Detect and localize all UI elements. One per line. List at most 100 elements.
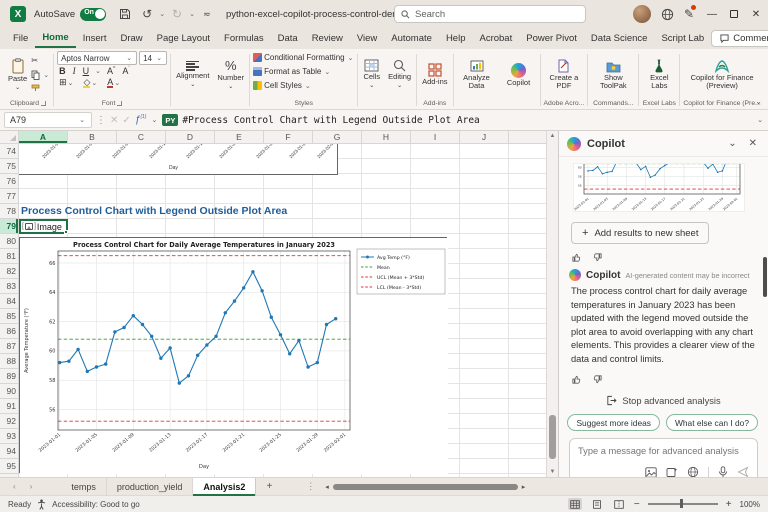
ribbon-tab-home[interactable]: Home — [35, 29, 75, 48]
search-input[interactable]: Search — [394, 5, 586, 23]
quick-access-icon[interactable]: ≂ — [198, 5, 216, 23]
thumbs-down-icon[interactable] — [592, 252, 603, 263]
row-header-92[interactable]: 92 — [0, 414, 18, 429]
row-header-84[interactable]: 84 — [0, 294, 18, 309]
add-image-icon[interactable] — [645, 467, 657, 478]
show-toolpak-button[interactable]: Show ToolPak — [591, 59, 635, 91]
dialog-launcher-icon[interactable] — [117, 101, 122, 106]
horizontal-scrollbar[interactable]: ◂ ▸ — [325, 483, 525, 491]
fill-color-button[interactable]: ◇⌄ — [81, 77, 100, 88]
zoom-slider-knob[interactable] — [680, 499, 684, 508]
dialog-launcher-icon[interactable] — [41, 101, 46, 106]
conditional-formatting-button[interactable]: Conditional Formatting⌄ — [253, 51, 354, 64]
function-chevron-icon[interactable]: ⌄ — [151, 116, 157, 124]
selected-cell-a79[interactable]: [] Image — [19, 219, 68, 234]
cell-styles-button[interactable]: Cell Styles⌄ — [253, 79, 312, 92]
stop-advanced-analysis-link[interactable]: Stop advanced analysis — [569, 395, 758, 406]
row-header-93[interactable]: 93 — [0, 429, 18, 444]
ribbon-tab-file[interactable]: File — [6, 30, 35, 47]
section-heading[interactable]: Process Control Chart with Legend Outsid… — [21, 204, 287, 219]
row-header-79[interactable]: 79 — [0, 219, 18, 234]
bold-button[interactable]: B — [57, 66, 68, 76]
ribbon-tab-help[interactable]: Help — [439, 30, 473, 47]
ribbon-tab-review[interactable]: Review — [305, 30, 350, 47]
zoom-level[interactable]: 100% — [740, 500, 760, 509]
column-header-G[interactable]: G — [313, 131, 362, 143]
suggestion-pill[interactable]: What else can I do? — [666, 414, 758, 431]
column-header-A[interactable]: A — [19, 131, 68, 143]
page-layout-view-button[interactable] — [590, 498, 604, 510]
copilot-button[interactable]: Copilot — [501, 62, 537, 88]
row-header-89[interactable]: 89 — [0, 369, 18, 384]
web-globe-icon[interactable] — [687, 466, 699, 477]
row-header-88[interactable]: 88 — [0, 354, 18, 369]
excel-app-icon[interactable]: X — [10, 6, 26, 22]
row-header-78[interactable]: 78 — [0, 204, 18, 219]
page-break-view-button[interactable] — [612, 498, 626, 510]
undo-chevron-icon[interactable]: ⌄ — [159, 10, 165, 18]
scroll-right-icon[interactable]: ▸ — [522, 483, 526, 491]
document-title[interactable]: python-excel-copilot-process-control-dem… — [226, 9, 408, 20]
sheet-tab-analysis2[interactable]: Analysis2 — [193, 478, 256, 496]
zoom-slider[interactable] — [648, 503, 718, 505]
number-button[interactable]: % Number⌄ — [215, 57, 246, 92]
process-control-chart[interactable]: 5658606264662023-01-012023-01-052023-01-… — [19, 237, 447, 473]
font-name-select[interactable]: Aptos Narrow⌄ — [57, 51, 137, 65]
ribbon-tab-view[interactable]: View — [350, 30, 384, 47]
ribbon-tab-power-pivot[interactable]: Power Pivot — [519, 30, 584, 47]
row-header-85[interactable]: 85 — [0, 309, 18, 324]
insert-function-icon[interactable]: ƒ{1} — [135, 114, 147, 125]
sheet-options-icon[interactable]: ⋮ — [306, 481, 315, 492]
zoom-in-button[interactable]: + — [726, 499, 732, 510]
scroll-down-icon[interactable]: ▼ — [547, 469, 558, 475]
ribbon-tab-script-lab[interactable]: Script Lab — [654, 30, 711, 47]
user-avatar[interactable] — [633, 5, 651, 23]
cells-area[interactable]: 2023-01-012023-01-052023-01-092023-01-13… — [19, 144, 546, 477]
next-sheet-icon[interactable]: › — [23, 482, 40, 491]
zoom-out-button[interactable]: − — [634, 499, 640, 510]
scroll-up-icon[interactable]: ▲ — [547, 133, 558, 139]
suggestion-pill[interactable]: Suggest more ideas — [567, 414, 660, 431]
row-header-77[interactable]: 77 — [0, 189, 18, 204]
underline-chevron-icon[interactable]: ⌄ — [95, 67, 101, 75]
column-header-F[interactable]: F — [264, 131, 313, 143]
minimize-button[interactable]: — — [704, 9, 720, 20]
thumbs-down-icon[interactable] — [592, 374, 603, 385]
column-header-I[interactable]: I — [411, 131, 460, 143]
copy-button[interactable]: ⌄ — [31, 68, 50, 81]
ribbon-tab-automate[interactable]: Automate — [384, 30, 439, 47]
ribbon-tab-acrobat[interactable]: Acrobat — [472, 30, 519, 47]
select-all-corner[interactable] — [0, 131, 19, 143]
column-header-J[interactable]: J — [460, 131, 509, 143]
vertical-scroll-thumb[interactable] — [549, 415, 556, 459]
paste-button[interactable]: Paste ⌄ — [6, 57, 29, 93]
format-as-table-button[interactable]: Format as Table⌄ — [253, 65, 331, 78]
collapse-ribbon-icon[interactable]: ⌄ — [755, 97, 762, 106]
row-header-83[interactable]: 83 — [0, 279, 18, 294]
accessibility-status[interactable]: Accessibility: Good to go — [52, 500, 140, 509]
row-header-95[interactable]: 95 — [0, 459, 18, 474]
prev-sheet-icon[interactable]: ‹ — [6, 482, 23, 491]
addins-button[interactable]: Add-ins — [420, 62, 449, 87]
column-header-E[interactable]: E — [215, 131, 264, 143]
formula-text[interactable]: #Process Control Chart with Legend Outsi… — [182, 115, 752, 126]
italic-button[interactable]: I — [71, 66, 78, 76]
row-header-74[interactable]: 74 — [0, 144, 18, 159]
shrink-font-button[interactable]: Aˇ — [120, 66, 132, 76]
copilot-result-chart-thumbnail[interactable]: 5658606264662023-01-012023-01-052023-01-… — [573, 163, 745, 212]
ribbon-tab-data[interactable]: Data — [271, 30, 305, 47]
column-header-H[interactable]: H — [362, 131, 411, 143]
panel-scroll-thumb[interactable] — [763, 257, 767, 297]
ribbon-tab-insert[interactable]: Insert — [76, 30, 114, 47]
column-header-C[interactable]: C — [117, 131, 166, 143]
fill-handle[interactable] — [64, 230, 68, 234]
autosave-toggle[interactable]: On — [80, 8, 106, 21]
ribbon-tab-formulas[interactable]: Formulas — [217, 30, 271, 47]
create-pdf-button[interactable]: Create a PDF — [544, 58, 584, 91]
row-header-94[interactable]: 94 — [0, 444, 18, 459]
row-header-81[interactable]: 81 — [0, 249, 18, 264]
editing-button[interactable]: Editing⌄ — [386, 58, 413, 91]
font-color-button[interactable]: A⌄ — [105, 77, 123, 88]
add-results-button[interactable]: + Add results to new sheet — [571, 222, 709, 244]
alignment-button[interactable]: Alignment⌄ — [174, 60, 211, 90]
